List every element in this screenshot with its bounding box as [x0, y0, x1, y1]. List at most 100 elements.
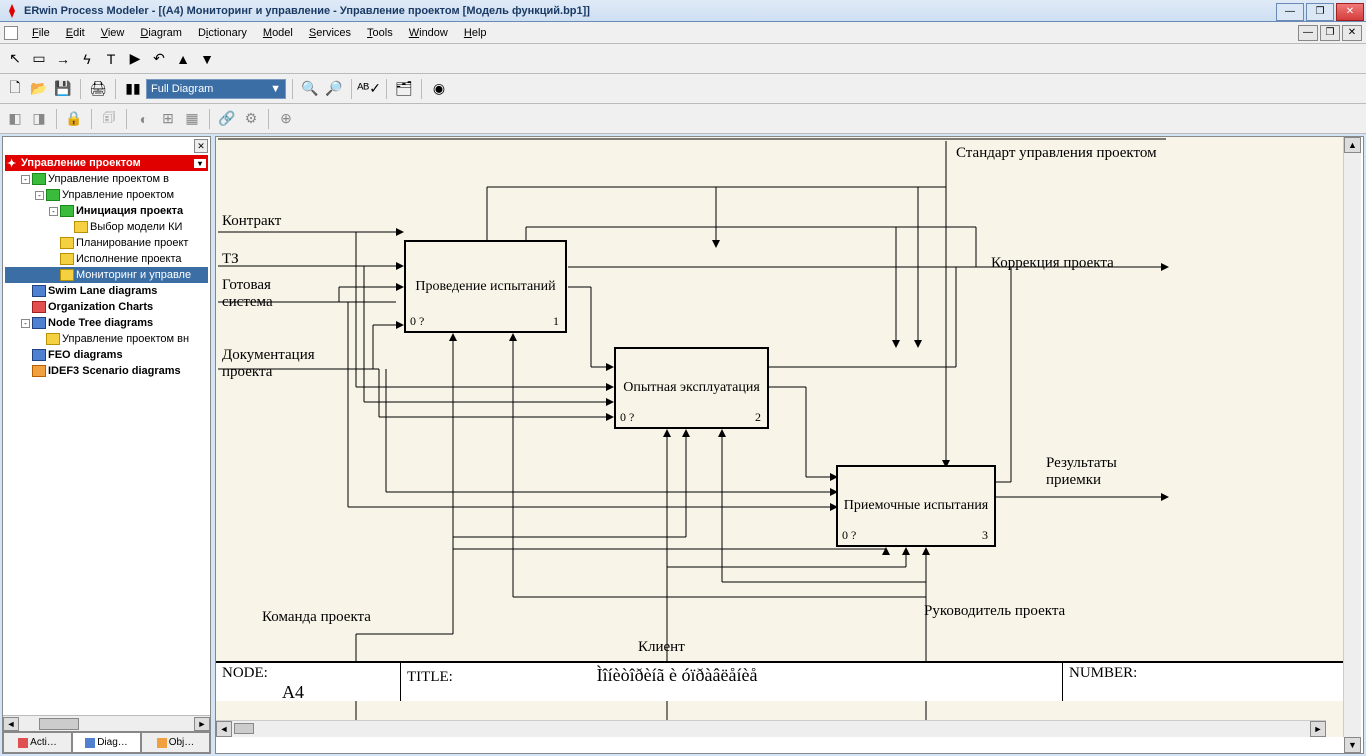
print-button[interactable]: 🖨	[87, 78, 109, 100]
model-explorer: ✕ ✦ Управление проектом ▾ -Управление пр…	[2, 136, 211, 754]
tree-item[interactable]: Swim Lane diagrams	[5, 283, 208, 299]
pointer-tool[interactable]: ↖	[4, 48, 26, 70]
menu-model[interactable]: Model	[255, 25, 301, 41]
menu-window[interactable]: Window	[401, 25, 456, 41]
svc-btn-10[interactable]: ⊕	[275, 108, 297, 130]
go-parent-tool[interactable]: ▶	[124, 48, 146, 70]
up-tool[interactable]: ▲	[172, 48, 194, 70]
tree-item[interactable]: -Инициация проекта	[5, 203, 208, 219]
tree-item[interactable]: Выбор модели КИ	[5, 219, 208, 235]
tree-item[interactable]: -Node Tree diagrams	[5, 315, 208, 331]
zoom-value: Full Diagram	[151, 83, 213, 95]
footer-number-label: NUMBER:	[1069, 665, 1137, 681]
window-title: ERwin Process Modeler - [(A4) Мониторинг…	[24, 5, 1276, 17]
mdi-restore-button[interactable]: ❐	[1320, 25, 1340, 41]
mdi-close-button[interactable]: ✕	[1342, 25, 1362, 41]
new-button[interactable]: 🗋	[4, 78, 26, 100]
footer-title-value: Ìîíèòîðèíã è óïðàâëåíèå	[597, 665, 758, 685]
menu-file[interactable]: File	[24, 25, 58, 41]
minimize-button[interactable]: —	[1276, 3, 1304, 21]
open-button[interactable]: 📂	[28, 78, 50, 100]
label-mech-boss: Руководитель проекта	[924, 603, 1065, 620]
svc-btn-1[interactable]: ◧	[4, 108, 26, 130]
maximize-button[interactable]: ❐	[1306, 3, 1334, 21]
label-control: Стандарт управления проектом	[956, 145, 1157, 162]
tab-activities[interactable]: Acti…	[3, 732, 72, 753]
tree-item[interactable]: Organization Charts	[5, 299, 208, 315]
save-button[interactable]: 💾	[52, 78, 74, 100]
zoom-in-button[interactable]: 🔍	[299, 78, 321, 100]
canvas-container: Стандарт управления проектом Контракт ТЗ…	[215, 136, 1364, 754]
panel-close-button[interactable]: ✕	[194, 139, 208, 153]
zoom-combo[interactable]: Full Diagram ▼	[146, 79, 286, 99]
label-input-system: Готовая система	[222, 277, 302, 311]
menu-diagram[interactable]: Diagram	[132, 25, 190, 41]
svc-btn-7[interactable]: ▦	[181, 108, 203, 130]
svc-btn-4[interactable]: 🗊	[98, 108, 120, 130]
svc-btn-3[interactable]: 🔒	[63, 108, 85, 130]
text-tool[interactable]: T	[100, 48, 122, 70]
tree-root-label: Управление проектом	[21, 157, 194, 169]
menu-view[interactable]: View	[93, 25, 133, 41]
label-mech-team: Команда проекта	[262, 609, 371, 626]
menubar: File Edit View Diagram Dictionary Model …	[0, 22, 1366, 44]
label-input-docs: Документация проекта	[222, 347, 332, 381]
activity-box-3[interactable]: Приемочные испытания 0 ? 3	[836, 465, 996, 547]
tree-item[interactable]: Мониторинг и управле	[5, 267, 208, 283]
undo-tool[interactable]: ↶	[148, 48, 170, 70]
svc-btn-9[interactable]: ⚙	[240, 108, 262, 130]
mdi-restore-icon[interactable]	[4, 26, 18, 40]
toolbar-services: ◧ ◨ 🔒 🗊 ◐ ⊞ ▦ 🔗 ⚙ ⊕	[0, 104, 1366, 134]
close-button[interactable]: ✕	[1336, 3, 1364, 21]
menu-dictionary[interactable]: Dictionary	[190, 25, 255, 41]
squiggle-tool[interactable]: ϟ	[76, 48, 98, 70]
tree-item[interactable]: -Управление проектом в	[5, 171, 208, 187]
main-area: ✕ ✦ Управление проектом ▾ -Управление пр…	[0, 134, 1366, 756]
svc-btn-8[interactable]: 🔗	[216, 108, 238, 130]
tree-item[interactable]: IDEF3 Scenario diagrams	[5, 363, 208, 379]
label-out-correction: Коррекция проекта	[991, 255, 1114, 272]
activity-box-1[interactable]: Проведение испытаний 0 ? 1	[404, 240, 567, 333]
canvas-hscroll[interactable]: ◄►	[216, 720, 1326, 737]
menu-edit[interactable]: Edit	[58, 25, 93, 41]
titlebar: ERwin Process Modeler - [(A4) Мониторинг…	[0, 0, 1366, 22]
toolbar-standard: 🗋 📂 💾 🖨 ▮▮ Full Diagram ▼ 🔍 🔎 ᴬᴮ✓ 🗂 ◉	[0, 74, 1366, 104]
svc-btn-6[interactable]: ⊞	[157, 108, 179, 130]
label-input-contract: Контракт	[222, 213, 281, 230]
svc-btn-5[interactable]: ◐	[133, 108, 155, 130]
spellcheck-button[interactable]: ᴬᴮ✓	[358, 78, 380, 100]
arrow-tool[interactable]: →	[52, 48, 74, 70]
tab-diagrams[interactable]: Diag…	[72, 732, 141, 753]
tab-objects[interactable]: Obj…	[141, 732, 210, 753]
tree-item[interactable]: Управление проектом вн	[5, 331, 208, 347]
activity-tool[interactable]: ▭	[28, 48, 50, 70]
tree-item[interactable]: FEO diagrams	[5, 347, 208, 363]
label-out-results: Результаты приемки	[1046, 455, 1146, 489]
mdi-minimize-button[interactable]: —	[1298, 25, 1318, 41]
tree-item[interactable]: Планирование проект	[5, 235, 208, 251]
menu-services[interactable]: Services	[301, 25, 359, 41]
zoom-out-button[interactable]: 🔎	[323, 78, 345, 100]
label-mech-client: Клиент	[638, 639, 685, 656]
toolbar-drawing: ↖ ▭ → ϟ T ▶ ↶ ▲ ▼	[0, 44, 1366, 74]
tree-item[interactable]: -Управление проектом	[5, 187, 208, 203]
svc-btn-2[interactable]: ◨	[28, 108, 50, 130]
side-tabs: Acti… Diag… Obj…	[3, 731, 210, 753]
model-explorer-button[interactable]: 🗂	[393, 78, 415, 100]
footer-node-value: A4	[282, 682, 304, 702]
app-icon	[4, 3, 20, 19]
diagram-tree[interactable]: ✦ Управление проектом ▾ -Управление прое…	[3, 153, 210, 715]
report-button[interactable]: ▮▮	[122, 78, 144, 100]
menu-tools[interactable]: Tools	[359, 25, 401, 41]
down-tool[interactable]: ▼	[196, 48, 218, 70]
activity-box-2[interactable]: Опытная эксплуатация 0 ? 2	[614, 347, 769, 429]
tree-item[interactable]: Исполнение проекта	[5, 251, 208, 267]
canvas-vscroll[interactable]: ▲▼	[1344, 137, 1361, 753]
properties-button[interactable]: ◉	[428, 78, 450, 100]
menu-help[interactable]: Help	[456, 25, 495, 41]
footer-title-label: TITLE:	[407, 669, 453, 685]
chevron-down-icon: ▼	[270, 83, 281, 95]
footer-node-label: NODE:	[222, 665, 268, 681]
tree-hscroll[interactable]: ◄►	[3, 715, 210, 731]
diagram-canvas[interactable]: Стандарт управления проектом Контракт ТЗ…	[216, 137, 1344, 737]
